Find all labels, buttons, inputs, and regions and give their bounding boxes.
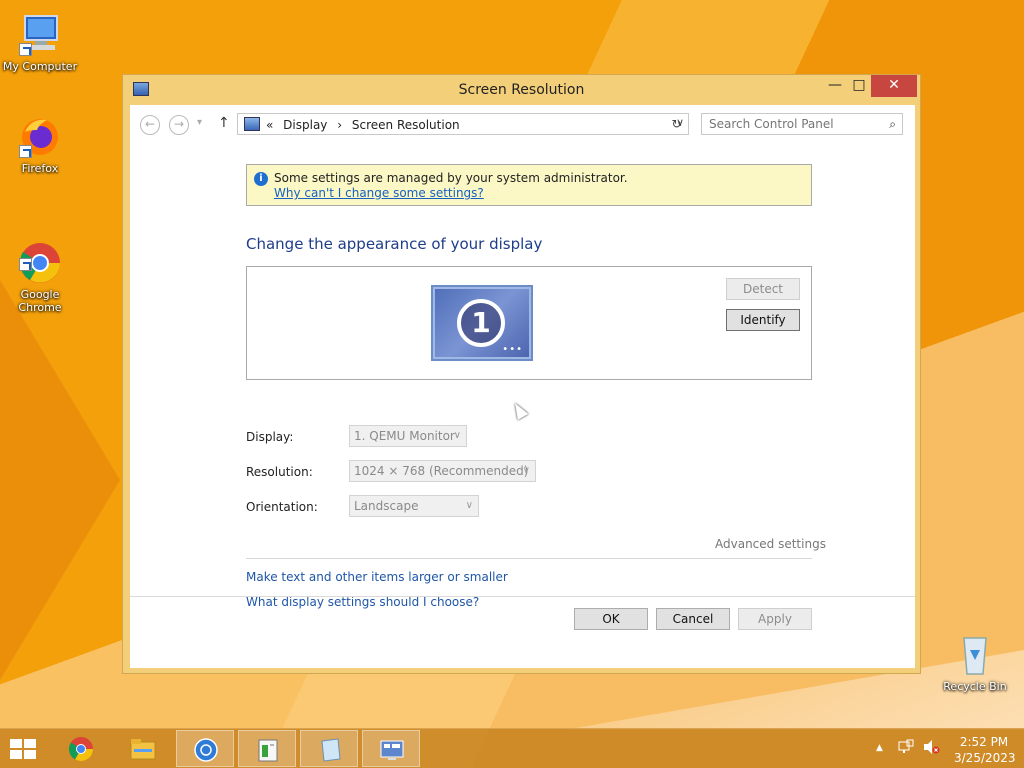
orientation-select-value: Landscape — [354, 499, 419, 513]
orientation-label: Orientation: — [246, 500, 318, 514]
clock[interactable]: 2:52 PM 3/25/2023 — [944, 733, 1016, 768]
chrome-icon — [17, 227, 63, 283]
chrome-icon — [69, 737, 93, 762]
admin-info-bar: i Some settings are managed by your syst… — [246, 164, 812, 206]
computer-icon — [17, 12, 63, 58]
show-hidden-icons-icon[interactable]: ▲ — [876, 743, 883, 753]
control-panel-icon — [244, 117, 260, 131]
breadcrumb-display[interactable]: Display — [283, 118, 327, 132]
desktop-icon-label: Google Chrome — [18, 288, 62, 314]
detect-button[interactable]: Detect — [726, 278, 800, 300]
close-button[interactable]: ✕ — [871, 75, 917, 97]
desktop-icon-my-computer[interactable]: My Computer — [0, 12, 80, 73]
taskbar-app-3[interactable] — [176, 730, 234, 767]
display-select[interactable]: 1. QEMU Monitor ∨ — [349, 425, 467, 447]
forward-arrow-icon[interactable]: → — [169, 115, 189, 135]
display-select-value: 1. QEMU Monitor — [354, 429, 455, 443]
advanced-settings-link[interactable]: Advanced settings — [715, 537, 826, 551]
firefox-icon — [17, 114, 63, 160]
window-title: Screen Resolution — [458, 82, 585, 98]
maximize-button[interactable]: □ — [845, 75, 873, 97]
display-settings-icon — [380, 740, 404, 760]
taskbar-app-4[interactable] — [238, 730, 296, 767]
up-arrow-icon[interactable]: ↑ — [218, 115, 230, 131]
info-icon: i — [254, 172, 268, 186]
chevron-down-icon: ∨ — [453, 430, 461, 441]
desktop-icon-chrome[interactable]: Google Chrome — [0, 214, 80, 327]
address-bar[interactable]: « Display › Screen Resolution ∨ — [237, 113, 689, 135]
navigation-bar: ← → ▾ ↑ « Display › Screen Resolution ∨ … — [130, 105, 915, 143]
breadcrumb-screen-resolution[interactable]: Screen Resolution — [352, 118, 460, 132]
identify-button[interactable]: Identify — [726, 309, 800, 331]
taskbar-chrome[interactable] — [52, 730, 110, 767]
screen-resolution-window: Screen Resolution — □ ✕ ← → ▾ ↑ « Displa… — [122, 74, 921, 674]
text-size-link[interactable]: Make text and other items larger or smal… — [246, 570, 508, 584]
ok-button[interactable]: OK — [574, 608, 648, 630]
clock-date: 3/25/2023 — [954, 751, 1016, 765]
refresh-icon[interactable]: ↻ — [665, 113, 689, 135]
taskbar: ▲ 2:52 PM 3/25/2023 — [0, 728, 1024, 768]
why-cant-change-link[interactable]: Why can't I change some settings? — [274, 186, 484, 200]
clock-time: 2:52 PM — [959, 735, 1009, 749]
search-box[interactable]: ⌕ — [701, 113, 903, 135]
breadcrumb-separator[interactable]: › — [337, 118, 342, 132]
page-title: Change the appearance of your display — [246, 235, 543, 253]
recycle-bin-icon — [952, 632, 998, 678]
desktop-icon-recycle-bin[interactable]: Recycle Bin — [935, 632, 1015, 693]
title-bar[interactable]: Screen Resolution — □ ✕ — [123, 75, 920, 105]
desktop-icon-label: My Computer — [2, 60, 78, 73]
footer-divider — [130, 596, 915, 597]
monitor-dots-icon: ••• — [502, 344, 523, 355]
apply-button[interactable]: Apply — [738, 608, 812, 630]
resolution-select-value: 1024 × 768 (Recommended) — [354, 464, 529, 478]
folder-icon — [130, 739, 156, 760]
taskbar-file-explorer[interactable] — [114, 730, 172, 767]
notepad-icon — [258, 739, 278, 762]
search-input[interactable] — [702, 114, 872, 134]
start-button[interactable] — [10, 739, 38, 761]
network-globe-icon — [194, 738, 218, 762]
monitor-1-tile[interactable]: 1 ••• — [431, 285, 533, 361]
window-client-area: ← → ▾ ↑ « Display › Screen Resolution ∨ … — [130, 105, 915, 668]
display-help-link[interactable]: What display settings should I choose? — [246, 595, 479, 609]
taskbar-screen-resolution[interactable] — [362, 730, 420, 767]
network-icon[interactable] — [898, 739, 914, 758]
back-arrow-icon[interactable]: ← — [140, 115, 160, 135]
wallpaper-shard — [0, 280, 120, 680]
monitor-number: 1 — [457, 299, 505, 347]
desktop-icon-label: Firefox — [21, 162, 59, 175]
resolution-label: Resolution: — [246, 465, 313, 479]
search-icon[interactable]: ⌕ — [889, 117, 896, 132]
chevron-down-icon: ∨ — [465, 500, 473, 511]
orientation-select[interactable]: Landscape ∨ — [349, 495, 479, 517]
display-arrangement-panel: 1 ••• Detect Identify — [246, 266, 812, 380]
desktop-icon-firefox[interactable]: Firefox — [0, 114, 80, 175]
resolution-select[interactable]: 1024 × 768 (Recommended) ∨ — [349, 460, 536, 482]
breadcrumb: « Display › Screen Resolution — [266, 118, 466, 132]
display-label: Display: — [246, 430, 294, 444]
volume-muted-icon[interactable] — [922, 739, 940, 758]
divider — [246, 558, 812, 559]
chevron-down-icon: ∨ — [522, 465, 530, 476]
desktop-icon-label: Recycle Bin — [943, 680, 1007, 693]
info-message: Some settings are managed by your system… — [274, 171, 628, 185]
breadcrumb-overflow[interactable]: « — [266, 118, 273, 132]
recent-locations-icon[interactable]: ▾ — [197, 117, 202, 128]
taskbar-app-5[interactable] — [300, 730, 358, 767]
document-icon — [321, 738, 341, 762]
cancel-button[interactable]: Cancel — [656, 608, 730, 630]
